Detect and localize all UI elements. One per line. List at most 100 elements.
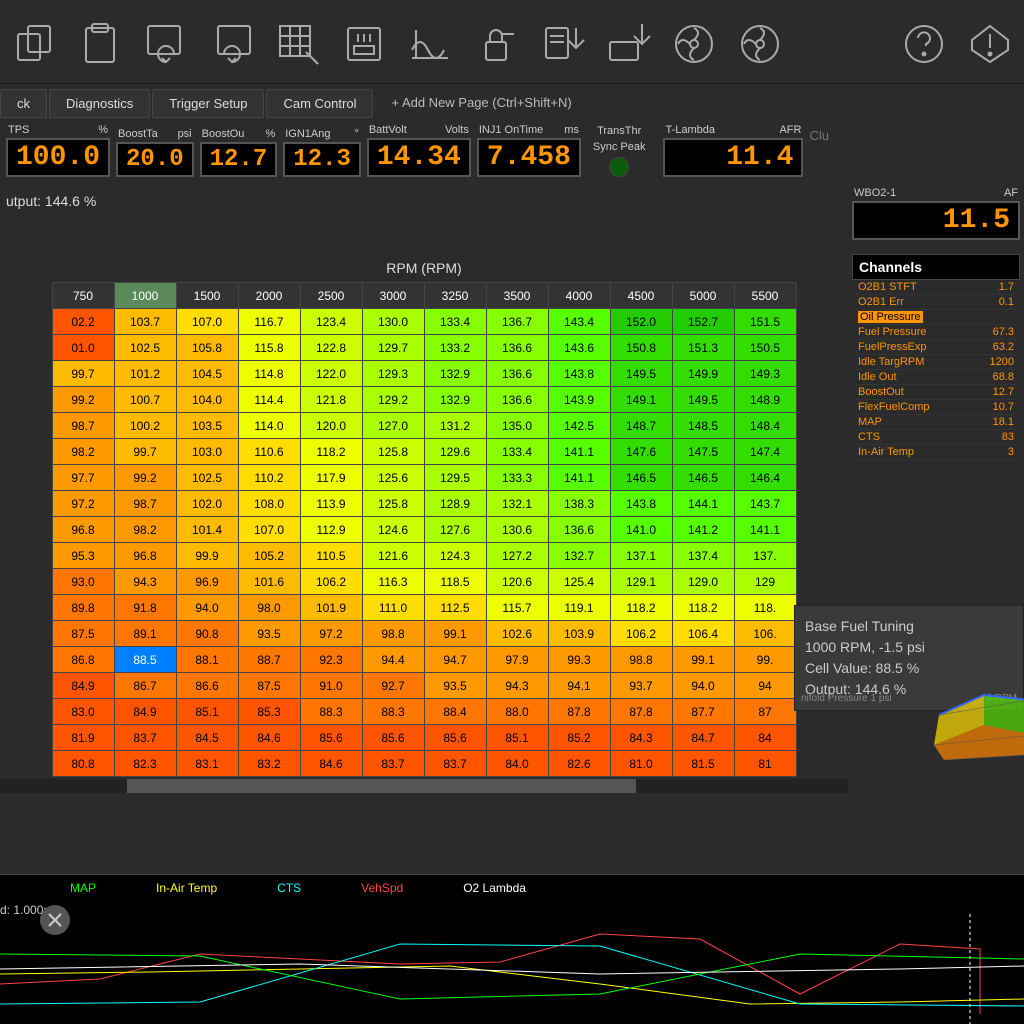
table-cell[interactable]: 98.7 [114,491,176,517]
table-cell[interactable]: 142.5 [548,413,610,439]
table-cell[interactable]: 83.7 [424,751,486,777]
table-cell[interactable]: 84.6 [238,725,300,751]
channel-row[interactable]: Idle TargRPM1200 [852,355,1020,370]
table-cell[interactable]: 99.1 [672,647,734,673]
table-cell[interactable]: 152.7 [672,309,734,335]
fuel-table[interactable]: 7501000150020002500300032503500400045005… [52,282,797,777]
channel-row[interactable]: FlexFuelComp10.7 [852,400,1020,415]
strip-channel-label[interactable]: VehSpd [361,881,403,895]
undo-icon[interactable] [142,20,190,68]
table-cell[interactable]: 106.2 [610,621,672,647]
table-cell[interactable]: 114.4 [238,387,300,413]
table-cell[interactable]: 96.9 [176,569,238,595]
table-cell[interactable]: 149.5 [672,387,734,413]
table-cell[interactable]: 120.6 [486,569,548,595]
table-cell[interactable]: 150.8 [610,335,672,361]
table-cell[interactable]: 127.2 [486,543,548,569]
table-cell[interactable]: 86.7 [114,673,176,699]
table-cell[interactable]: 85.6 [362,725,424,751]
table-cell[interactable]: 110.5 [300,543,362,569]
table-cell[interactable]: 146.5 [672,465,734,491]
table-cell[interactable]: 102.6 [486,621,548,647]
table-cell[interactable]: 125.4 [548,569,610,595]
table-cell[interactable]: 88.3 [362,699,424,725]
channel-row[interactable]: MAP18.1 [852,415,1020,430]
table-cell[interactable]: 02.2 [52,309,114,335]
table-cell[interactable]: 86.8 [52,647,114,673]
table-cell[interactable]: 112.5 [424,595,486,621]
table-cell[interactable]: 97.2 [300,621,362,647]
channel-row[interactable]: In-Air Temp3 [852,445,1020,460]
table-cell[interactable]: 92.3 [300,647,362,673]
table-cell[interactable]: 148.4 [734,413,796,439]
table-cell[interactable]: 94.7 [424,647,486,673]
copy-icon[interactable] [10,20,58,68]
table-cell[interactable]: 98.2 [52,439,114,465]
table-cell[interactable]: 101.2 [114,361,176,387]
channel-row[interactable]: Fuel Pressure67.3 [852,325,1020,340]
table-cell[interactable]: 88.4 [424,699,486,725]
table-cell[interactable]: 93.5 [238,621,300,647]
table-cell[interactable]: 85.6 [300,725,362,751]
table-cell[interactable]: 143.8 [610,491,672,517]
table-cell[interactable]: 110.6 [238,439,300,465]
rpm-header[interactable]: 3500 [486,283,548,309]
download-box-icon[interactable] [604,20,652,68]
table-cell[interactable]: 95.3 [52,543,114,569]
table-cell[interactable]: 106.4 [672,621,734,647]
table-cell[interactable]: 84 [734,725,796,751]
strip-channel-label[interactable]: CTS [277,881,301,895]
table-cell[interactable]: 129.1 [610,569,672,595]
table-cell[interactable]: 105.2 [238,543,300,569]
channel-row[interactable]: BoostOut12.7 [852,385,1020,400]
table-cell[interactable]: 89.8 [52,595,114,621]
table-cell[interactable]: 148.9 [734,387,796,413]
table-cell[interactable]: 108.0 [238,491,300,517]
table-cell[interactable]: 101.6 [238,569,300,595]
table-cell[interactable]: 137. [734,543,796,569]
table-cell[interactable]: 88.7 [238,647,300,673]
table-cell[interactable]: 99.9 [176,543,238,569]
table-cell[interactable]: 121.6 [362,543,424,569]
table-cell[interactable]: 133.3 [486,465,548,491]
table-cell[interactable]: 93.5 [424,673,486,699]
tab-trigger-setup[interactable]: Trigger Setup [152,89,264,118]
table-cell[interactable]: 133.2 [424,335,486,361]
rpm-header[interactable]: 5500 [734,283,796,309]
channel-row[interactable]: Oil Pressure [852,310,1020,325]
table-cell[interactable]: 83.0 [52,699,114,725]
table-cell[interactable]: 150.5 [734,335,796,361]
table-cell[interactable]: 85.1 [486,725,548,751]
table-cell[interactable]: 136.6 [548,517,610,543]
table-cell[interactable]: 124.3 [424,543,486,569]
table-cell[interactable]: 129.5 [424,465,486,491]
fan2-icon[interactable] [736,20,784,68]
help-icon[interactable] [900,20,948,68]
table-cell[interactable]: 90.8 [176,621,238,647]
table-cell[interactable]: 135.0 [486,413,548,439]
table-cell[interactable]: 88.0 [486,699,548,725]
table-cell[interactable]: 149.9 [672,361,734,387]
table-cell[interactable]: 143.7 [734,491,796,517]
strip-channel-label[interactable]: O2 Lambda [463,881,526,895]
table-cell[interactable]: 01.0 [52,335,114,361]
table-cell[interactable]: 131.2 [424,413,486,439]
table-cell[interactable]: 84.6 [300,751,362,777]
table-cell[interactable]: 129 [734,569,796,595]
table-cell[interactable]: 106. [734,621,796,647]
table-cell[interactable]: 85.6 [424,725,486,751]
table-cell[interactable]: 148.5 [672,413,734,439]
table-cell[interactable]: 137.4 [672,543,734,569]
table-cell[interactable]: 88.5 [114,647,176,673]
table-cell[interactable]: 85.2 [548,725,610,751]
table-cell[interactable]: 116.7 [238,309,300,335]
table-cell[interactable]: 96.8 [52,517,114,543]
table-cell[interactable]: 87.7 [672,699,734,725]
table-cell[interactable]: 130.0 [362,309,424,335]
table-edit-icon[interactable] [274,20,322,68]
table-cell[interactable]: 113.9 [300,491,362,517]
table-cell[interactable]: 125.8 [362,439,424,465]
table-cell[interactable]: 99.1 [424,621,486,647]
table-cell[interactable]: 130.6 [486,517,548,543]
table-cell[interactable]: 81.0 [610,751,672,777]
